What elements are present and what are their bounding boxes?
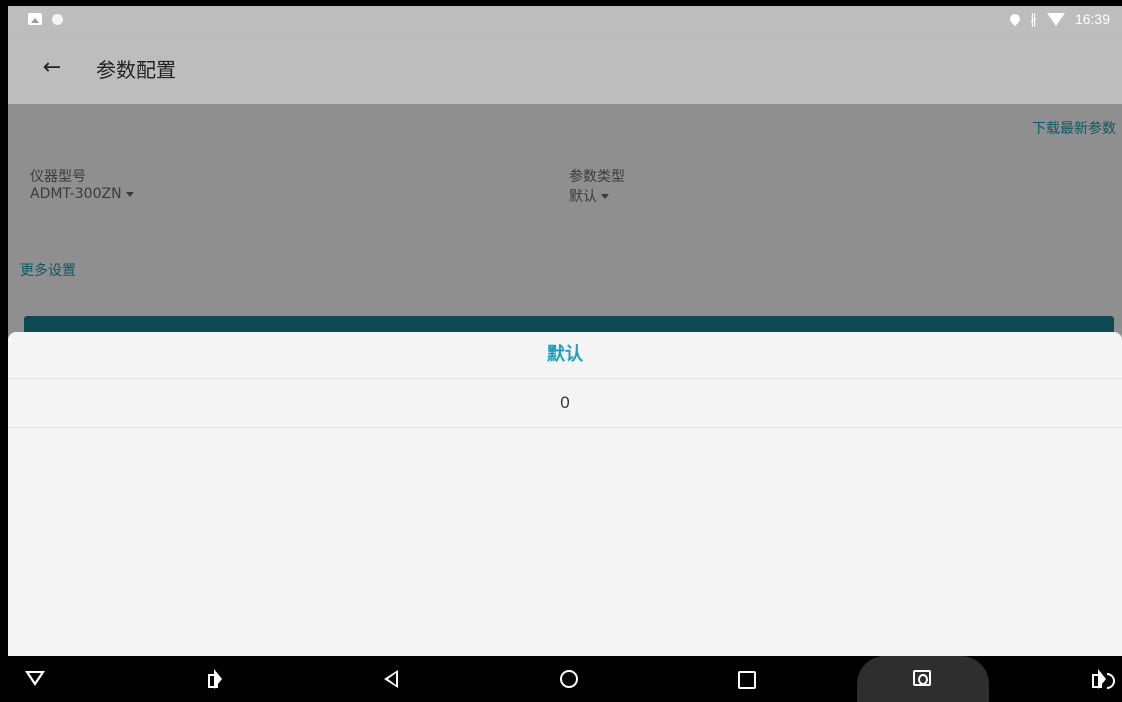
status-right: ∦ 16:39 [1007, 11, 1110, 27]
screenshot-button[interactable] [857, 656, 989, 702]
sheet-title[interactable]: 默认 [8, 332, 1122, 379]
arrow-left-icon[interactable]: ← [38, 56, 66, 80]
param-type-value: 默认 [569, 189, 597, 205]
home-icon[interactable] [556, 666, 582, 692]
instrument-model-label: 仪器型号 [30, 169, 86, 185]
image-icon [28, 13, 42, 25]
param-type-bottom-sheet: 默认 0 [8, 332, 1122, 656]
status-bar: ∦ 16:39 [8, 6, 1122, 34]
app-bar: ← 参数配置 [8, 34, 1122, 104]
param-type-label: 参数类型 [569, 169, 625, 185]
location-icon [1007, 11, 1023, 27]
wifi-icon [1046, 12, 1065, 26]
status-left [28, 13, 63, 25]
download-latest-params-link[interactable]: 下载最新参数 [1032, 118, 1116, 138]
status-time: 16:39 [1074, 11, 1110, 27]
volume-down-icon[interactable] [204, 666, 230, 692]
volume-up-icon[interactable] [1088, 666, 1115, 692]
device-screen: ∦ 16:39 ← 参数配置 下载最新参数 仪器型号 ADMT-300ZN 参数… [8, 6, 1122, 656]
bluetooth-icon: ∦ [1029, 11, 1037, 27]
navigation-bar [0, 656, 1122, 702]
recents-icon[interactable] [734, 666, 760, 692]
caret-down-icon [125, 191, 134, 197]
more-settings-link[interactable]: 更多设置 [20, 260, 76, 280]
hide-keyboard-icon[interactable] [22, 666, 48, 692]
instrument-model-select[interactable]: ADMT-300ZN [30, 186, 134, 202]
instrument-model-value: ADMT-300ZN [30, 186, 122, 202]
sheet-option[interactable]: 0 [8, 379, 1122, 428]
back-icon[interactable] [380, 666, 406, 692]
page-title: 参数配置 [96, 58, 176, 82]
caret-down-icon [601, 193, 609, 199]
param-type-select[interactable]: 默认 [569, 186, 609, 206]
screenshot-icon [913, 670, 931, 686]
dot-icon [52, 13, 63, 25]
